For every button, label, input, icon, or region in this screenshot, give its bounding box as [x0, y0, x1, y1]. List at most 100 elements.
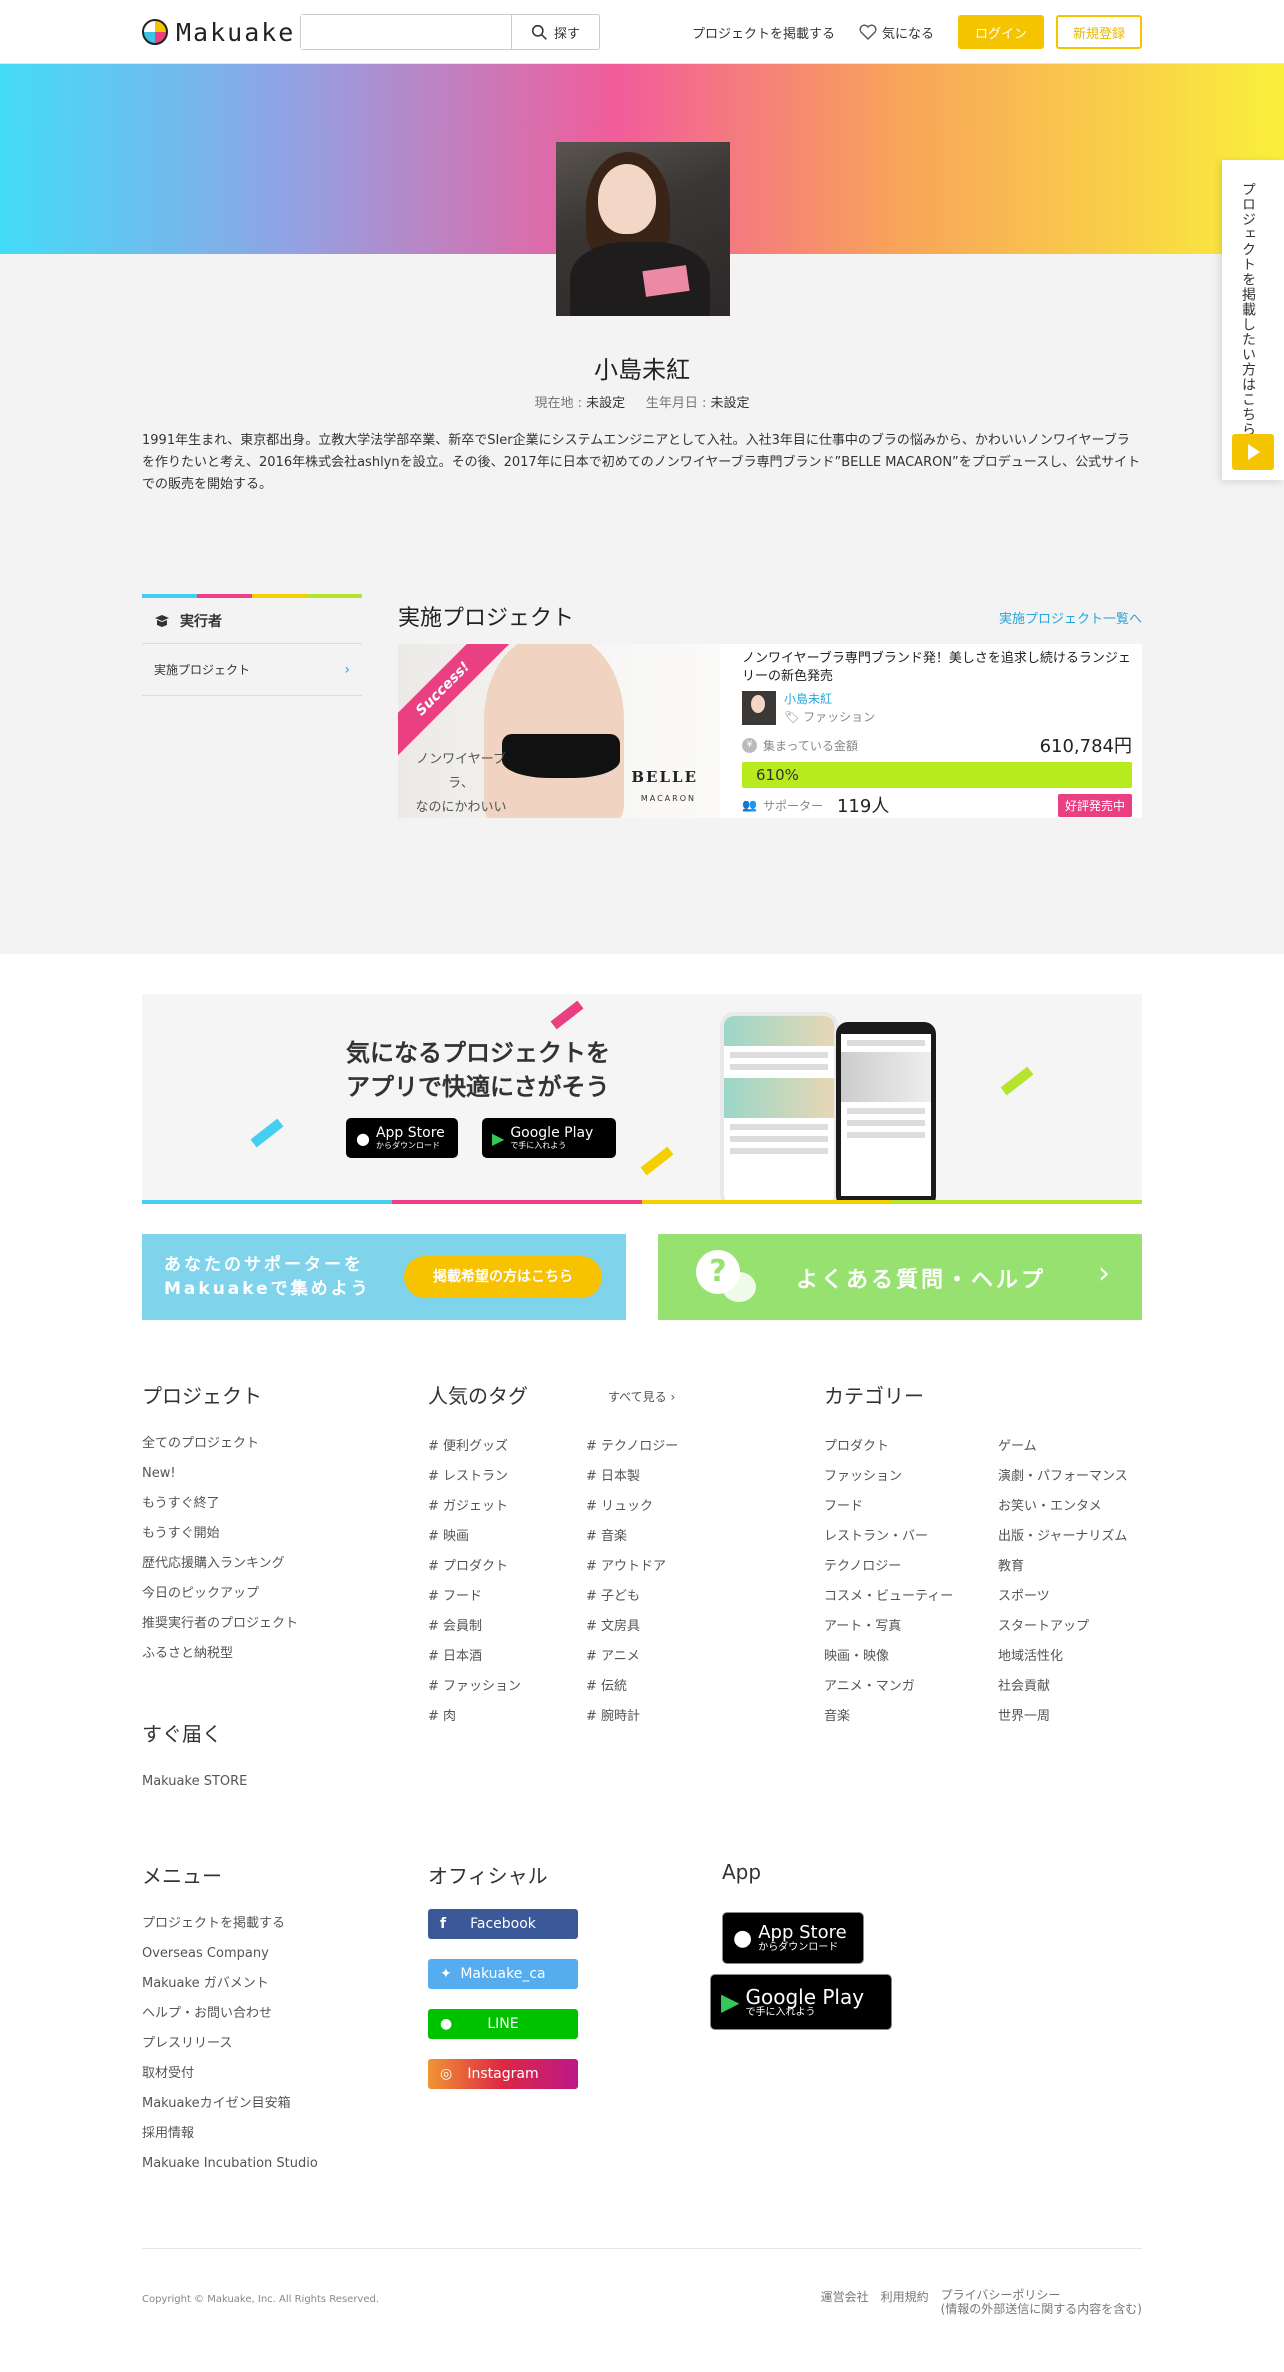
footer-app-store-button[interactable]: ● App Store からダウンロード — [722, 1912, 864, 1964]
status-badge: 好評発売中 — [1057, 793, 1132, 817]
category-link[interactable]: 世界一周 — [998, 1702, 1128, 1732]
tag-link[interactable]: # 伝統 — [586, 1672, 678, 1702]
category-link[interactable]: 映画・映像 — [824, 1642, 953, 1672]
twitter-button[interactable]: ✦ Makuake_ca — [428, 1959, 578, 1989]
tag-link[interactable]: # 日本酒 — [428, 1642, 521, 1672]
tag-link[interactable]: # 子ども — [586, 1582, 678, 1612]
category-link[interactable]: ファッション — [824, 1462, 953, 1492]
supporter-banner-line-1: あなたのサポーターを — [164, 1255, 364, 1275]
terms-link[interactable]: 利用規約 — [881, 2288, 929, 2316]
search-input[interactable] — [301, 15, 511, 49]
footer-link[interactable]: 推奨実行者のプロジェクト — [142, 1609, 298, 1639]
tag-link[interactable]: # 便利グッズ — [428, 1432, 521, 1462]
footer-google-play-button[interactable]: ▶ Google Play で手に入れよう — [710, 1974, 892, 2030]
category-link[interactable]: 演劇・パフォーマンス — [998, 1462, 1128, 1492]
company-link[interactable]: 運営会社 — [821, 2288, 869, 2316]
tag-link[interactable]: # テクノロジー — [586, 1432, 678, 1462]
sidebar-item-projects[interactable]: 実施プロジェクト › — [142, 644, 362, 696]
category-link[interactable]: フード — [824, 1492, 953, 1522]
tag-link[interactable]: # フード — [428, 1582, 521, 1612]
category-link[interactable]: スタートアップ — [998, 1612, 1128, 1642]
footer-link[interactable]: 全てのプロジェクト — [142, 1429, 298, 1459]
menu-link[interactable]: Makuakeカイゼン目安箱 — [142, 2089, 318, 2119]
menu-link[interactable]: Makuake Incubation Studio — [142, 2149, 318, 2179]
category-link[interactable]: プロダクト — [824, 1432, 953, 1462]
facebook-button[interactable]: f Facebook — [428, 1909, 578, 1939]
menu-link[interactable]: ヘルプ・お問い合わせ — [142, 1999, 318, 2029]
tag-link[interactable]: # リュック — [586, 1492, 678, 1522]
tag-link[interactable]: # アニメ — [586, 1642, 678, 1672]
menu-link[interactable]: Overseas Company — [142, 1939, 318, 1969]
brand-logo-sub: MACARON — [640, 794, 696, 803]
footer-link[interactable]: 今日のピックアップ — [142, 1579, 298, 1609]
tag-icon: 🏷 — [784, 710, 804, 724]
category-link[interactable]: コスメ・ビューティー — [824, 1582, 953, 1612]
birthday-label: 生年月日 : — [645, 396, 711, 411]
progress-bar: 610% — [742, 762, 1132, 788]
project-name[interactable]: ノンワイヤーブラ専門ブランド発！美しさを追求し続けるランジェリーの新色発売 — [742, 650, 1132, 686]
makuake-logo[interactable]: Makuake — [142, 18, 300, 47]
category-link[interactable]: テクノロジー — [824, 1552, 953, 1582]
category-link[interactable]: レストラン・バー — [824, 1522, 953, 1552]
category-link[interactable]: アート・写真 — [824, 1612, 953, 1642]
tag-link[interactable]: # 文房具 — [586, 1612, 678, 1642]
category-link[interactable]: 出版・ジャーナリズム — [998, 1522, 1128, 1552]
search-button[interactable]: 探す — [511, 15, 599, 49]
tag-link[interactable]: # 肉 — [428, 1702, 521, 1732]
app-store-button[interactable]: ● App Store からダウンロード — [346, 1118, 458, 1158]
help-banner[interactable]: ? よくある質問・ヘルプ › — [658, 1234, 1142, 1320]
promo-title: 気になるプロジェクトを アプリで快適にさがそう — [346, 1036, 610, 1104]
category-link[interactable]: お笑い・エンタメ — [998, 1492, 1128, 1522]
category-link[interactable]: ゲーム — [998, 1432, 1128, 1462]
project-card[interactable]: Success! ノンワイヤーブラ、 なのにかわいい BELLE MACARON… — [398, 644, 1142, 818]
category-link[interactable]: 音楽 — [824, 1702, 953, 1732]
signup-button[interactable]: 新規登録 — [1056, 15, 1142, 49]
menu-link[interactable]: プレスリリース — [142, 2029, 318, 2059]
menu-link[interactable]: 取材受付 — [142, 2059, 318, 2089]
privacy-link[interactable]: プライバシーポリシー (情報の外部送信に関する内容を含む) — [941, 2288, 1142, 2316]
tag-link[interactable]: # ファッション — [428, 1672, 521, 1702]
footer-link[interactable]: もうすぐ終了 — [142, 1489, 298, 1519]
footer-link[interactable]: 歴代応援購入ランキング — [142, 1549, 298, 1579]
footer-link[interactable]: ふるさと納税型 — [142, 1639, 298, 1669]
category-link[interactable]: アニメ・マンガ — [824, 1672, 953, 1702]
menu-link[interactable]: Makuake ガバメント — [142, 1969, 318, 1999]
category-link[interactable]: 地域活性化 — [998, 1642, 1128, 1672]
login-button[interactable]: ログイン — [958, 15, 1044, 49]
footer-link[interactable]: Makuake STORE — [142, 1767, 247, 1797]
tag-link[interactable]: # 日本製 — [586, 1462, 678, 1492]
favorites-link[interactable]: 気になる — [859, 23, 934, 42]
footer-link[interactable]: もうすぐ開始 — [142, 1519, 298, 1549]
line-button[interactable]: ● LINE — [428, 2009, 578, 2039]
supporter-banner-button[interactable]: 掲載希望の方はこちら — [404, 1256, 602, 1298]
menu-link[interactable]: 採用情報 — [142, 2119, 318, 2149]
tag-link[interactable]: # 音楽 — [586, 1522, 678, 1552]
tag-link[interactable]: # 映画 — [428, 1522, 521, 1552]
owner-name[interactable]: 小島未紅 — [784, 690, 875, 708]
menu-link[interactable]: プロジェクトを掲載する — [142, 1909, 318, 1939]
supporter-banner[interactable]: あなたのサポーターを Makuakeで集めよう 掲載希望の方はこちら — [142, 1234, 626, 1320]
tag-link[interactable]: # レストラン — [428, 1462, 521, 1492]
google-play-button[interactable]: ▶ Google Play で手に入れよう — [482, 1118, 616, 1158]
tag-link[interactable]: # 会員制 — [428, 1612, 521, 1642]
category-link[interactable]: スポーツ — [998, 1582, 1128, 1612]
post-project-side-tab[interactable]: プロジェクトを掲載したい方はこちら — [1222, 160, 1284, 480]
category-link[interactable]: 社会貢献 — [998, 1672, 1128, 1702]
tag-link[interactable]: # プロダクト — [428, 1552, 521, 1582]
twitter-label: Makuake_ca — [460, 1966, 546, 1982]
category-link[interactable]: 教育 — [998, 1552, 1128, 1582]
footer-link[interactable]: New! — [142, 1459, 298, 1489]
play-icon — [1232, 434, 1274, 470]
project-thumbnail[interactable]: Success! ノンワイヤーブラ、 なのにかわいい BELLE MACARON — [398, 644, 720, 818]
footer-google-play-small: で手に入れよう — [745, 2007, 816, 2018]
post-project-link[interactable]: プロジェクトを掲載する — [692, 23, 835, 42]
google-play-big: Google Play — [510, 1124, 594, 1141]
footer-app-store-small: からダウンロード — [758, 1942, 839, 1953]
tag-link[interactable]: # 腕時計 — [586, 1702, 678, 1732]
tag-link[interactable]: # ガジェット — [428, 1492, 521, 1522]
tag-link[interactable]: # アウトドア — [586, 1552, 678, 1582]
instagram-button[interactable]: ◎ Instagram — [428, 2059, 578, 2089]
footer-soon-heading: すぐ届く — [142, 1722, 222, 1746]
projects-list-link[interactable]: 実施プロジェクト一覧へ — [999, 608, 1142, 627]
tags-see-all-link[interactable]: すべて見る › — [608, 1388, 675, 1405]
